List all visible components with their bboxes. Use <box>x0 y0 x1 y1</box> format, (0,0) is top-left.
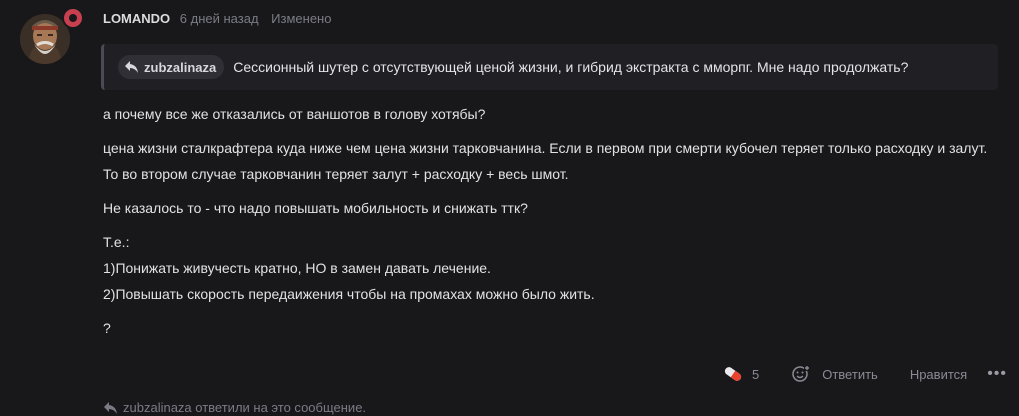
reaction-count[interactable]: 5 <box>752 367 759 382</box>
member-badge-icon <box>62 7 84 29</box>
add-reaction-icon[interactable] <box>792 365 811 383</box>
quoted-text: Сессионный шутер с отсутствующей ценой ж… <box>233 59 909 75</box>
post-actions: 5 Ответить Нравится ••• <box>722 362 1007 386</box>
author-name[interactable]: LOMANDO <box>103 11 170 26</box>
paragraph: Не казалось то - что надо повышать мобил… <box>103 200 528 216</box>
reply-arrow-icon <box>104 401 117 414</box>
post-meta: LOMANDO 6 дней назад Изменено <box>103 11 331 26</box>
post-time[interactable]: 6 дней назад <box>180 11 259 26</box>
paragraph: цена жизни сталкрафтера куда ниже чем це… <box>103 140 988 182</box>
paragraph: а почему все же отказались от ваншотов в… <box>103 106 486 122</box>
paragraph: Т.е.: 1)Понижать живучесть кратно, НО в з… <box>103 234 595 302</box>
quoted-user-chip[interactable]: zubzalinaza <box>118 55 225 79</box>
like-button[interactable]: Нравится <box>910 367 967 382</box>
paragraph: ? <box>103 320 111 336</box>
reply-button[interactable]: Ответить <box>822 367 878 382</box>
pill-icon[interactable] <box>722 363 744 385</box>
replies-text: zubzalinaza ответили на это сообщение. <box>123 400 367 415</box>
quoted-user-name: zubzalinaza <box>144 59 217 75</box>
post-body: а почему все же отказались от ваншотов в… <box>103 101 987 349</box>
edited-label: Изменено <box>271 11 332 26</box>
reply-arrow-icon <box>125 61 138 73</box>
quoted-message[interactable]: zubzalinaza Сессионный шутер с отсутству… <box>101 44 998 90</box>
replies-indicator[interactable]: zubzalinaza ответили на это сообщение. <box>103 400 366 415</box>
more-options-button[interactable]: ••• <box>987 365 1007 383</box>
